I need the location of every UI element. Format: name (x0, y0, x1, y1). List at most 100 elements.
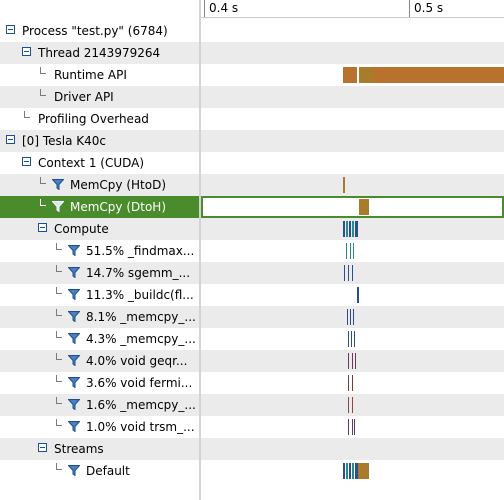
filter-icon[interactable] (68, 421, 80, 432)
activity-bar[interactable] (353, 309, 354, 325)
filter-icon[interactable] (68, 355, 80, 366)
tree-row-memcpy-htod[interactable]: MemCpy (HtoD) (0, 174, 199, 196)
timeline-row-k1[interactable] (201, 240, 504, 262)
activity-bar[interactable] (349, 221, 351, 237)
activity-bar[interactable] (357, 287, 359, 303)
timeline-row-profiling-overhead[interactable] (201, 108, 504, 130)
activity-bar[interactable] (343, 177, 345, 193)
tree-row-thread[interactable]: Thread 2143979264 (0, 42, 199, 64)
tree-row-compute[interactable]: Compute (0, 218, 199, 240)
timeline-row-k7[interactable] (201, 372, 504, 394)
activity-bar[interactable] (352, 353, 353, 369)
tree-row-k6[interactable]: 4.0% void geqr... (0, 350, 199, 372)
tree-row-k2[interactable]: 14.7% sgemm_... (0, 262, 199, 284)
activity-bar[interactable] (348, 331, 349, 347)
timeline-row-compute[interactable] (201, 218, 504, 240)
timeline-row-k5[interactable] (201, 328, 504, 350)
tree-row-driver-api[interactable]: Driver API (0, 86, 199, 108)
timeline-row-thread[interactable] (201, 42, 504, 64)
activity-bar[interactable] (352, 419, 353, 435)
activity-bar[interactable] (348, 265, 349, 281)
activity-bar[interactable] (354, 419, 355, 435)
filter-icon[interactable] (68, 377, 80, 388)
timeline-row-k6[interactable] (201, 350, 504, 372)
tree-row-k3[interactable]: 11.3% _buildc(fl... (0, 284, 199, 306)
activity-bar[interactable] (348, 419, 349, 435)
activity-bar[interactable] (352, 397, 353, 413)
activity-bar[interactable] (359, 67, 373, 83)
timeline-row-device[interactable] (201, 130, 504, 152)
activity-bar[interactable] (349, 463, 351, 479)
activity-bar[interactable] (354, 331, 355, 347)
filter-icon[interactable] (52, 179, 64, 190)
timeline-row-streams[interactable] (201, 438, 504, 460)
filter-icon[interactable] (68, 289, 80, 300)
tree-row-profiling-overhead[interactable]: Profiling Overhead (0, 108, 199, 130)
activity-bar[interactable] (346, 221, 348, 237)
tree-row-runtime-api[interactable]: Runtime API (0, 64, 199, 86)
timeline-row-driver-api[interactable] (201, 86, 504, 108)
filter-icon[interactable] (68, 311, 80, 322)
tree-row-context[interactable]: Context 1 (CUDA) (0, 152, 199, 174)
activity-bar[interactable] (348, 397, 349, 413)
activity-bar[interactable] (344, 265, 345, 281)
tree-row-k8[interactable]: 1.6% _memcpy_... (0, 394, 199, 416)
timeline-row-memcpy-dtoh[interactable] (201, 196, 504, 218)
tree-row-k5[interactable]: 4.3% _memcpy_... (0, 328, 199, 350)
activity-bar[interactable] (350, 309, 351, 325)
tree-row-k9[interactable]: 1.0% void trsm_... (0, 416, 199, 438)
filter-icon[interactable] (52, 201, 64, 212)
tree-row-default-stream[interactable]: Default (0, 460, 199, 482)
tree-row-process[interactable]: Process "test.py" (6784) (0, 20, 199, 42)
filter-icon[interactable] (68, 399, 80, 410)
activity-bar[interactable] (355, 353, 356, 369)
tree-row-memcpy-dtoh[interactable]: MemCpy (DtoH) (0, 196, 199, 218)
activity-bar[interactable] (351, 331, 352, 347)
filter-icon[interactable] (68, 333, 80, 344)
activity-bar[interactable] (358, 463, 369, 479)
tree-row-k4[interactable]: 8.1% _memcpy_... (0, 306, 199, 328)
timeline-row-context[interactable] (201, 152, 504, 174)
timeline-row-k9[interactable] (201, 416, 504, 438)
timeline-row-k3[interactable] (201, 284, 504, 306)
collapse-toggle-icon[interactable] (22, 47, 31, 56)
timeline-row-k4[interactable] (201, 306, 504, 328)
activity-bar[interactable] (373, 67, 504, 83)
timeline-row-memcpy-htod[interactable] (201, 174, 504, 196)
activity-bar[interactable] (352, 221, 354, 237)
activity-bar[interactable] (343, 221, 345, 237)
activity-bar[interactable] (346, 463, 348, 479)
activity-bar[interactable] (355, 221, 358, 237)
timeline-row-default-stream[interactable] (201, 460, 504, 482)
collapse-toggle-icon[interactable] (22, 157, 31, 166)
activity-bar[interactable] (353, 243, 354, 259)
ruler-tick (204, 0, 205, 17)
timeline-row-k2[interactable] (201, 262, 504, 284)
timeline-panel[interactable]: 0.4 s 0.5 s (201, 0, 504, 500)
filter-icon[interactable] (68, 245, 80, 256)
timeline-row-process[interactable] (201, 20, 504, 42)
timeline-row-k8[interactable] (201, 394, 504, 416)
activity-bar[interactable] (348, 353, 349, 369)
tree-row-k1[interactable]: 51.5% _findmax... (0, 240, 199, 262)
filter-icon[interactable] (68, 267, 80, 278)
tree-row-device[interactable]: [0] Tesla K40c (0, 130, 199, 152)
tree-row-streams[interactable]: Streams (0, 438, 199, 460)
activity-bar[interactable] (352, 265, 353, 281)
activity-bar[interactable] (350, 243, 351, 259)
tree-row-k7[interactable]: 3.6% void fermi... (0, 372, 199, 394)
activity-bar[interactable] (348, 375, 349, 391)
activity-bar[interactable] (347, 309, 348, 325)
activity-bar[interactable] (343, 463, 345, 479)
timeline-row-runtime-api[interactable] (201, 64, 504, 86)
activity-bar[interactable] (352, 375, 353, 391)
activity-bar[interactable] (352, 463, 354, 479)
collapse-toggle-icon[interactable] (6, 135, 15, 144)
filter-icon[interactable] (68, 465, 80, 476)
activity-bar[interactable] (343, 67, 357, 83)
collapse-toggle-icon[interactable] (38, 443, 47, 452)
activity-bar[interactable] (359, 199, 369, 215)
collapse-toggle-icon[interactable] (6, 25, 15, 34)
activity-bar[interactable] (346, 243, 347, 259)
collapse-toggle-icon[interactable] (38, 223, 47, 232)
